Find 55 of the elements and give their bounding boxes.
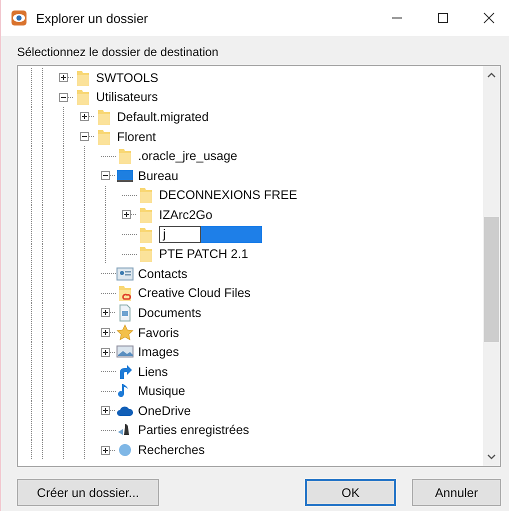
expand-icon[interactable]	[101, 348, 110, 357]
tree-item[interactable]: Images	[138, 345, 179, 360]
ok-button[interactable]: OK	[305, 479, 396, 506]
folder-icon	[95, 108, 113, 126]
folder-icon	[95, 128, 113, 146]
maximize-icon[interactable]	[437, 12, 449, 24]
tree-item[interactable]: DECONNEXIONS FREE	[159, 188, 298, 202]
tree-item[interactable]: Default.migrated	[117, 110, 209, 124]
folder-icon	[137, 245, 155, 264]
folder-icon	[74, 88, 92, 106]
tree-item[interactable]: .oracle_jre_usage	[138, 149, 238, 164]
tree-item[interactable]: Liens	[138, 364, 168, 379]
cancel-button[interactable]: Annuler	[412, 479, 501, 506]
tree-item[interactable]: Musique	[138, 384, 186, 398]
prompt-text: Sélectionnez le dossier de destination	[17, 45, 218, 59]
window-title: Explorer un dossier	[36, 10, 149, 26]
tree-item[interactable]: Utilisateurs	[96, 90, 158, 104]
tree-item[interactable]: Contacts	[138, 266, 188, 281]
scroll-up-icon[interactable]	[487, 72, 496, 78]
tree-item[interactable]: SWTOOLS	[96, 70, 158, 85]
folder-icon	[137, 226, 155, 244]
folder-icon	[74, 68, 92, 87]
selection-highlight	[201, 226, 262, 244]
tree-item[interactable]: Parties enregistrées	[138, 423, 250, 438]
expand-icon[interactable]	[59, 73, 68, 82]
collapse-icon[interactable]	[101, 171, 110, 180]
tree-item[interactable]: IZArc2Go	[159, 208, 212, 222]
folder-icon	[137, 186, 155, 204]
contact-card-icon	[116, 264, 134, 283]
tree-item[interactable]: PTE PATCH 2.1	[159, 247, 248, 262]
expand-icon[interactable]	[101, 446, 110, 455]
expand-icon[interactable]	[80, 112, 89, 122]
tree-item[interactable]: Creative Cloud Files	[138, 286, 251, 300]
expand-icon[interactable]	[101, 406, 110, 416]
scrollbar-thumb[interactable]	[484, 217, 499, 342]
rename-field[interactable]: j	[159, 226, 201, 244]
tree-item[interactable]: Florent	[117, 130, 156, 144]
collapse-icon[interactable]	[59, 92, 68, 102]
tree-item[interactable]: Favoris	[138, 326, 179, 340]
folder-icon	[116, 147, 134, 166]
app-eye-icon	[11, 10, 27, 26]
star-icon	[116, 324, 134, 342]
folder-icon	[116, 284, 134, 302]
tree-item[interactable]: Documents	[138, 306, 202, 320]
tree-item[interactable]: OneDrive	[138, 404, 191, 418]
collapse-icon[interactable]	[80, 132, 89, 142]
tree-item[interactable]: Recherches	[138, 443, 205, 458]
folder-icon	[137, 206, 155, 224]
expand-icon[interactable]	[122, 210, 131, 220]
scroll-down-icon[interactable]	[487, 454, 496, 460]
create-folder-button[interactable]: Créer un dossier...	[17, 479, 159, 506]
tree-item[interactable]: Bureau	[138, 168, 178, 183]
expand-icon[interactable]	[101, 308, 110, 318]
close-icon[interactable]	[483, 12, 495, 24]
expand-icon[interactable]	[101, 328, 110, 338]
